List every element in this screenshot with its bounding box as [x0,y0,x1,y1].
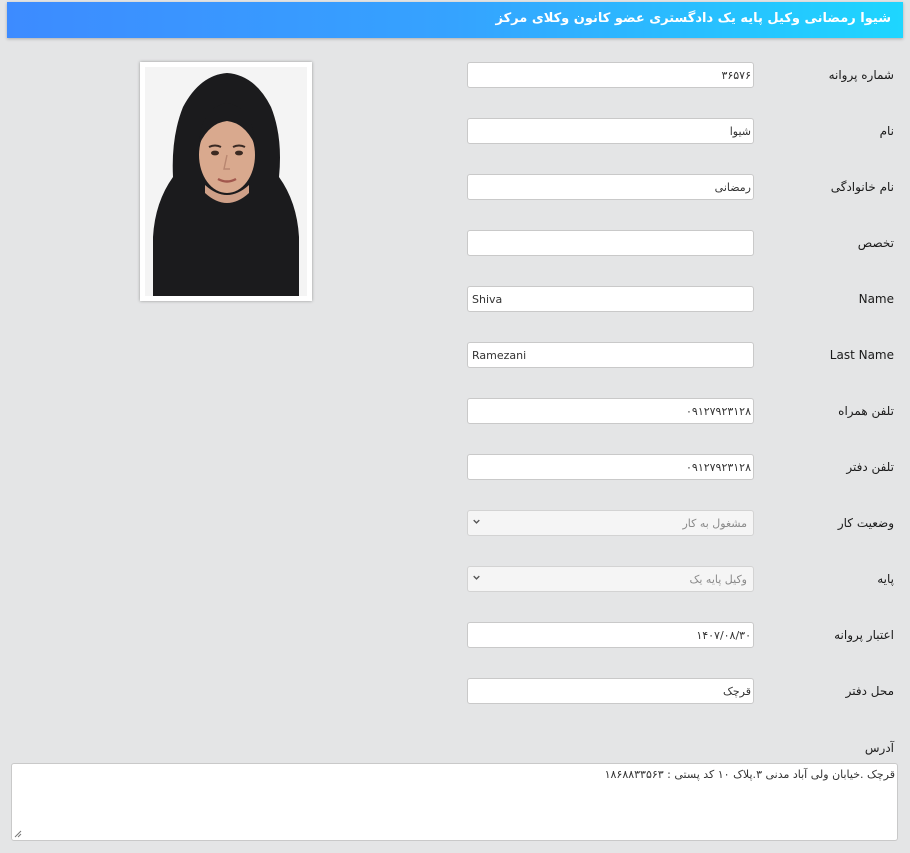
first-name-value: شیوا [729,125,751,138]
license-validity-label: اعتبار پروانه [834,628,894,642]
work-status-value: مشغول به کار [682,517,747,530]
last-name-value: رمضانی [714,181,751,194]
profile-photo [140,62,312,301]
resize-handle-icon[interactable] [14,830,22,838]
license-number-input[interactable]: ۳۶۵۷۶ [467,62,754,88]
specialty-label: تخصص [857,236,894,250]
address-label: آدرس [864,741,894,755]
address-textarea[interactable]: قرچک .خیابان ولی آباد مدنی ۳.پلاک ۱۰ کد … [11,763,898,841]
license-validity-input[interactable]: ۱۴۰۷/۰۸/۳۰ [467,622,754,648]
name-en-value: Shiva [472,293,503,306]
work-status-label: وضعیت کار [837,516,894,530]
license-validity-value: ۱۴۰۷/۰۸/۳۰ [696,629,751,642]
mobile-input[interactable]: ۰۹۱۲۷۹۲۳۱۲۸ [467,398,754,424]
name-en-label: Name [858,292,894,306]
chevron-down-icon [473,519,480,524]
last-name-input[interactable]: رمضانی [467,174,754,200]
office-phone-value: ۰۹۱۲۷۹۲۳۱۲۸ [686,461,751,474]
last-name-en-value: Ramezani [472,349,527,362]
chevron-down-icon [473,575,480,580]
office-location-label: محل دفتر [845,684,894,698]
grade-label: پایه [877,572,894,586]
portrait-image [145,67,307,296]
last-name-en-label: Last Name [829,348,894,362]
page-header: شیوا رمضانی وکیل پایه یک دادگستری عضو کا… [7,2,903,38]
last-name-label: نام خانوادگی [830,180,894,194]
office-location-value: قرچک [723,685,751,698]
license-number-label: شماره پروانه [828,68,894,82]
page-title: شیوا رمضانی وکیل پایه یک دادگستری عضو کا… [495,11,891,26]
specialty-input[interactable] [467,230,754,256]
first-name-input[interactable]: شیوا [467,118,754,144]
name-en-input[interactable]: Shiva [467,286,754,312]
grade-select[interactable]: وکیل پایه یک [467,566,754,592]
last-name-en-input[interactable]: Ramezani [467,342,754,368]
grade-value: وکیل پایه یک [689,573,747,586]
mobile-value: ۰۹۱۲۷۹۲۳۱۲۸ [686,405,751,418]
office-phone-label: تلفن دفتر [846,460,894,474]
license-number-value: ۳۶۵۷۶ [721,69,751,82]
office-location-input[interactable]: قرچک [467,678,754,704]
first-name-label: نام [879,124,894,138]
mobile-label: تلفن همراه [838,404,894,418]
address-value: قرچک .خیابان ولی آباد مدنی ۳.پلاک ۱۰ کد … [604,768,895,781]
work-status-select[interactable]: مشغول به کار [467,510,754,536]
office-phone-input[interactable]: ۰۹۱۲۷۹۲۳۱۲۸ [467,454,754,480]
